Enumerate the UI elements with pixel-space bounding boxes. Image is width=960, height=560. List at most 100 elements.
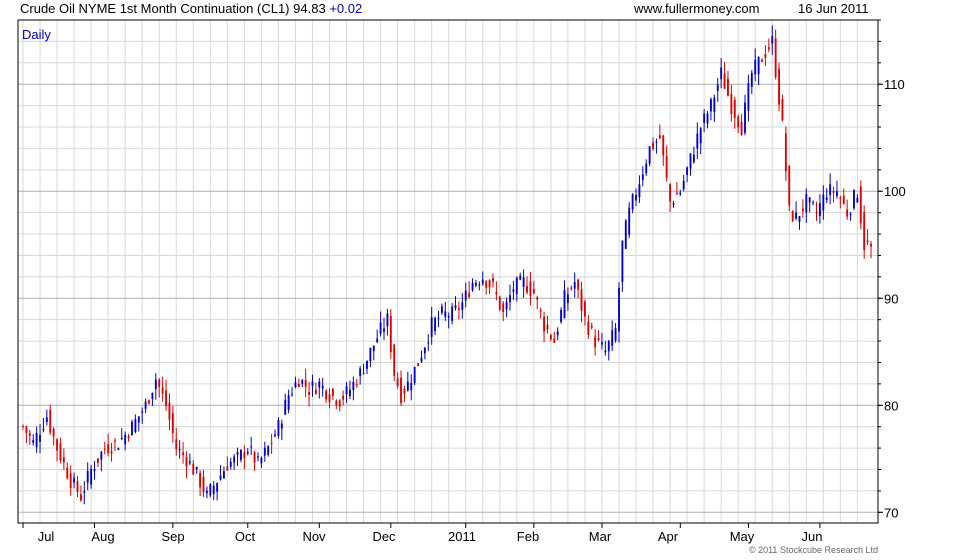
chart-title: Crude Oil NYME 1st Month Continuation (C… (20, 1, 362, 16)
candle-body (117, 448, 120, 451)
candle-body (420, 357, 423, 362)
candle-body (669, 184, 672, 202)
candle-body (199, 472, 202, 488)
candle-body (427, 342, 430, 344)
x-tick-label: Apr (658, 529, 679, 544)
candle-body (573, 282, 576, 289)
candle-body (471, 282, 474, 291)
candle-body (502, 303, 505, 312)
candle-body (754, 59, 757, 75)
candle-body (451, 306, 454, 321)
candle-body (345, 386, 348, 395)
x-tick-label: Dec (372, 529, 396, 544)
candle-body (624, 220, 627, 249)
candle-body (342, 395, 345, 400)
candle-body (137, 416, 140, 423)
source-link[interactable]: www.fullermoney.com (634, 1, 759, 16)
candle-body (842, 195, 845, 204)
candle-body (103, 448, 106, 450)
candle-body (594, 336, 597, 348)
candle-body (226, 466, 229, 471)
candle-body (366, 360, 368, 369)
candle-body (62, 457, 65, 463)
candle-body (737, 116, 740, 128)
candle-body (188, 461, 191, 464)
candle-body (628, 207, 631, 235)
candle-body (369, 347, 372, 362)
candle-body (604, 350, 607, 353)
candle-body (509, 295, 511, 303)
candle-body (96, 458, 99, 463)
candlestick-chart: 70 80 90 100 110 Jul Aug Sep Oct Nov Dec 2011 Feb Mar… (17, 19, 906, 544)
candle-body (42, 429, 45, 431)
candle-body (229, 461, 232, 467)
candle-body (325, 390, 328, 400)
copyright-notice: © 2011 Stockcube Research Ltd (748, 545, 878, 555)
candle-body (614, 328, 617, 341)
candle-body (311, 381, 314, 386)
candle-body (267, 446, 270, 455)
candle-body (161, 387, 164, 394)
candle-body (727, 78, 729, 96)
candle-body (76, 481, 79, 492)
candle-body (280, 423, 283, 429)
candle-body (468, 292, 471, 298)
candle-body (784, 133, 787, 172)
candle-body (314, 389, 317, 394)
candle-body (791, 211, 794, 222)
candle-body (689, 153, 692, 169)
candle-body (597, 338, 600, 340)
candle-body (124, 434, 127, 445)
candle-body (73, 477, 76, 483)
candle-body (757, 56, 760, 75)
candle-body (522, 277, 525, 287)
y-tick-label: 90 (884, 291, 898, 306)
candle-body (532, 288, 535, 294)
candle-body (549, 335, 552, 340)
candle-body (652, 142, 654, 149)
candle-body (709, 99, 712, 112)
candle-body (79, 494, 82, 501)
candle-body (192, 463, 195, 475)
candle-body (539, 309, 542, 312)
candle-body (655, 141, 658, 143)
candle-body (243, 452, 246, 458)
candle-body (257, 456, 259, 458)
candle-body (778, 68, 780, 105)
candle-body (352, 381, 355, 391)
candle-body (665, 156, 668, 178)
candle-body (318, 381, 321, 388)
candle-body (400, 377, 402, 404)
candle-body (69, 473, 72, 488)
candle-body (59, 443, 62, 461)
candle-body (492, 278, 494, 282)
x-tick-label: Aug (91, 529, 114, 544)
candle-body (182, 452, 185, 456)
candle-body (28, 433, 31, 436)
candle-body (171, 413, 174, 434)
candle-body (812, 202, 815, 204)
candle-body (253, 452, 256, 463)
candle-body (246, 451, 249, 454)
candle-body (301, 380, 304, 384)
candle-body (376, 338, 379, 343)
candle-body (410, 383, 413, 391)
candle-body (379, 322, 382, 334)
candle-body (570, 287, 573, 289)
candle-body (277, 420, 280, 436)
candle-body (774, 38, 777, 77)
candle-body (22, 425, 24, 427)
candle-body (853, 190, 855, 209)
candle-body (706, 113, 709, 124)
x-tick-label: 2011 (448, 529, 476, 544)
candle-body (478, 284, 481, 286)
candle-body (485, 281, 488, 288)
candle-body (209, 484, 212, 496)
candle-body (829, 184, 832, 196)
candle-body (131, 421, 133, 436)
candle-body (32, 440, 35, 443)
candle-body (601, 342, 603, 345)
y-tick-label: 100 (884, 184, 906, 199)
x-tick-label: Sep (161, 529, 184, 544)
candle-body (134, 419, 137, 432)
